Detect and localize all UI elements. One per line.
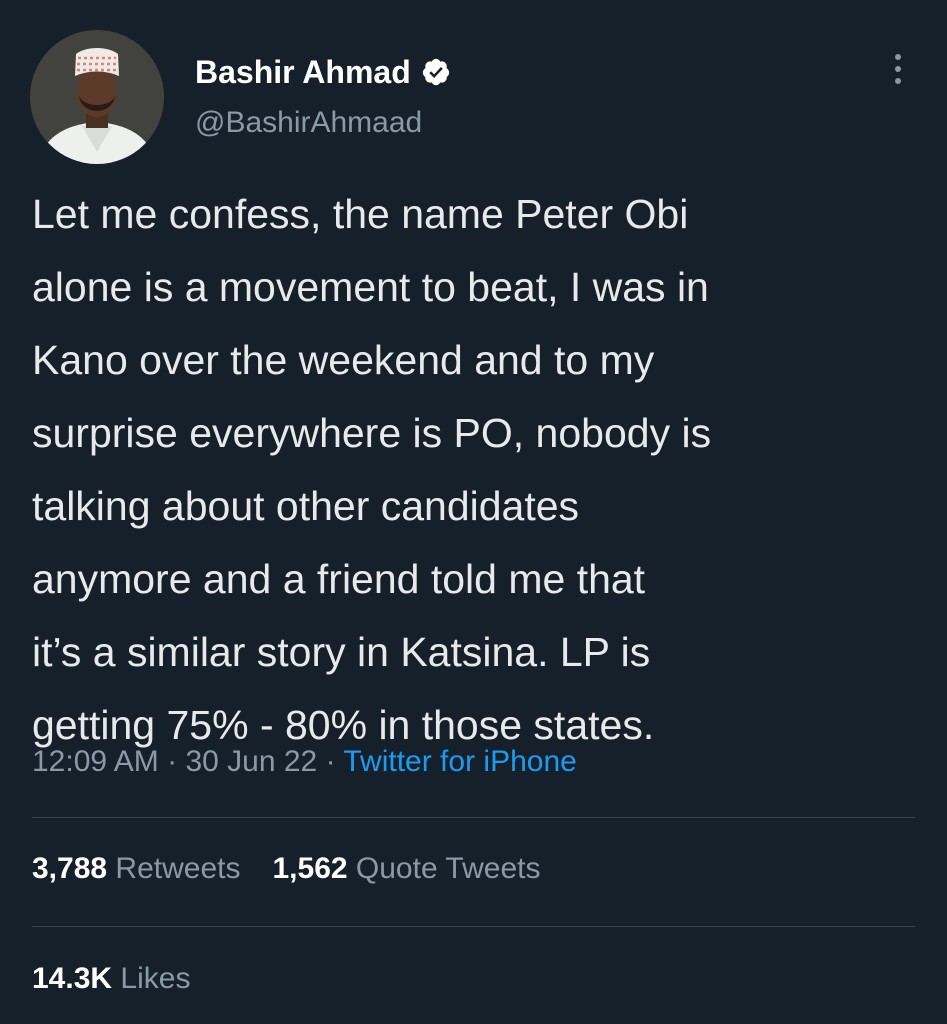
author-handle[interactable]: @BashirAhmaad (195, 106, 422, 140)
quote-tweets-label: Quote Tweets (355, 852, 541, 885)
author-name-row[interactable]: Bashir Ahmad (195, 52, 451, 92)
likes-count: 14.3K (32, 962, 113, 995)
retweets-label: Retweets (115, 852, 241, 885)
tweet-text: Let me confess, the name Peter Obi alone… (32, 178, 922, 762)
tweet-text-line: anymore and a friend told me that (32, 556, 646, 602)
tweet-text-line: it’s a similar story in Katsina. LP is (32, 629, 651, 675)
divider (32, 926, 915, 927)
meta-separator: · (325, 745, 336, 778)
author-display-name[interactable]: Bashir Ahmad (195, 54, 411, 91)
tweet-text-line: Let me confess, the name Peter Obi (32, 191, 689, 237)
likes-stat[interactable]: 14.3K Likes (32, 962, 190, 996)
retweets-count: 3,788 (32, 852, 108, 885)
avatar[interactable] (30, 30, 164, 164)
tweet-text-line: surprise everywhere is PO, nobody is (32, 410, 712, 456)
avatar-image (30, 30, 164, 164)
likes-label: Likes (120, 962, 191, 995)
quote-tweets-stat[interactable]: 1,562 Quote Tweets (272, 852, 540, 886)
tweet-text-line: talking about other candidates (32, 483, 580, 529)
tweet-text-line: Kano over the weekend and to my (32, 337, 655, 383)
retweets-stat[interactable]: 3,788 Retweets (32, 852, 240, 886)
quote-tweets-count: 1,562 (272, 852, 348, 885)
divider (32, 817, 915, 818)
tweet-time[interactable]: 12:09 AM (32, 745, 159, 778)
meta-separator: · (167, 745, 178, 778)
more-options-icon[interactable] (882, 52, 914, 86)
tweet-source-link[interactable]: Twitter for iPhone (343, 745, 576, 778)
engagement-stats: 3,788 Retweets 1,562 Quote Tweets (32, 852, 540, 886)
verified-badge-icon (421, 57, 451, 87)
tweet-text-line: alone is a movement to beat, I was in (32, 264, 709, 310)
tweet-date[interactable]: 30 Jun 22 (185, 745, 317, 778)
tweet-meta: 12:09 AM · 30 Jun 22 · Twitter for iPhon… (32, 745, 577, 779)
